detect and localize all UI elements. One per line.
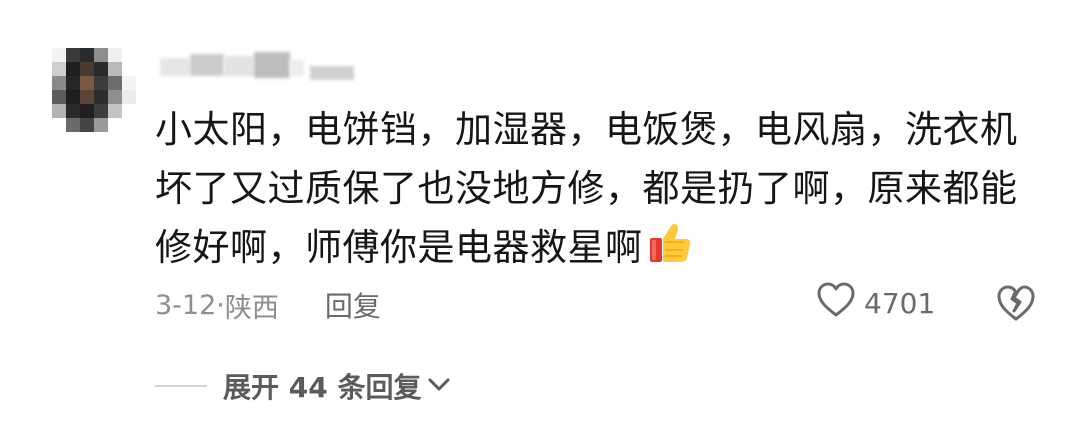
comment-line-2: 坏了又过质保了也没地方修，都是扔了啊，原来都能 (155, 167, 1018, 210)
divider-line (155, 385, 207, 387)
comment-text: 小太阳，电饼铛，加湿器，电饭煲，电风扇，洗衣机 坏了又过质保了也没地方修，都是扔… (155, 100, 1035, 283)
chevron-down-icon (427, 374, 451, 398)
username-blurred[interactable] (160, 50, 360, 84)
thumbs-up-icon (647, 220, 693, 283)
broken-heart-icon (996, 285, 1036, 326)
avatar[interactable] (52, 48, 136, 132)
comment-line-3-text: 修好啊，师傅你是电器救星啊 (155, 226, 643, 269)
comment-item: 小太阳，电饼铛，加湿器，电饭煲，电风扇，洗衣机 坏了又过质保了也没地方修，都是扔… (0, 0, 1080, 447)
comment-date: 3-12 (155, 289, 217, 321)
dislike-button[interactable] (996, 284, 1036, 322)
meta-separator: · (216, 289, 225, 321)
like-button[interactable]: 4701 (816, 282, 935, 325)
comment-meta: 3-12 · 陕西 回复 (155, 285, 381, 325)
like-count: 4701 (864, 287, 936, 320)
heart-icon (816, 282, 856, 325)
expand-replies[interactable]: 展开 44 条回复 (155, 366, 451, 406)
reply-button[interactable]: 回复 (325, 285, 381, 325)
comment-line-1: 小太阳，电饼铛，加湿器，电饭煲，电风扇，洗衣机 (155, 108, 1018, 151)
expand-replies-label: 展开 44 条回复 (223, 371, 422, 404)
comment-location: 陕西 (224, 292, 279, 324)
comment-line-3: 修好啊，师傅你是电器救星啊 (155, 218, 1035, 283)
